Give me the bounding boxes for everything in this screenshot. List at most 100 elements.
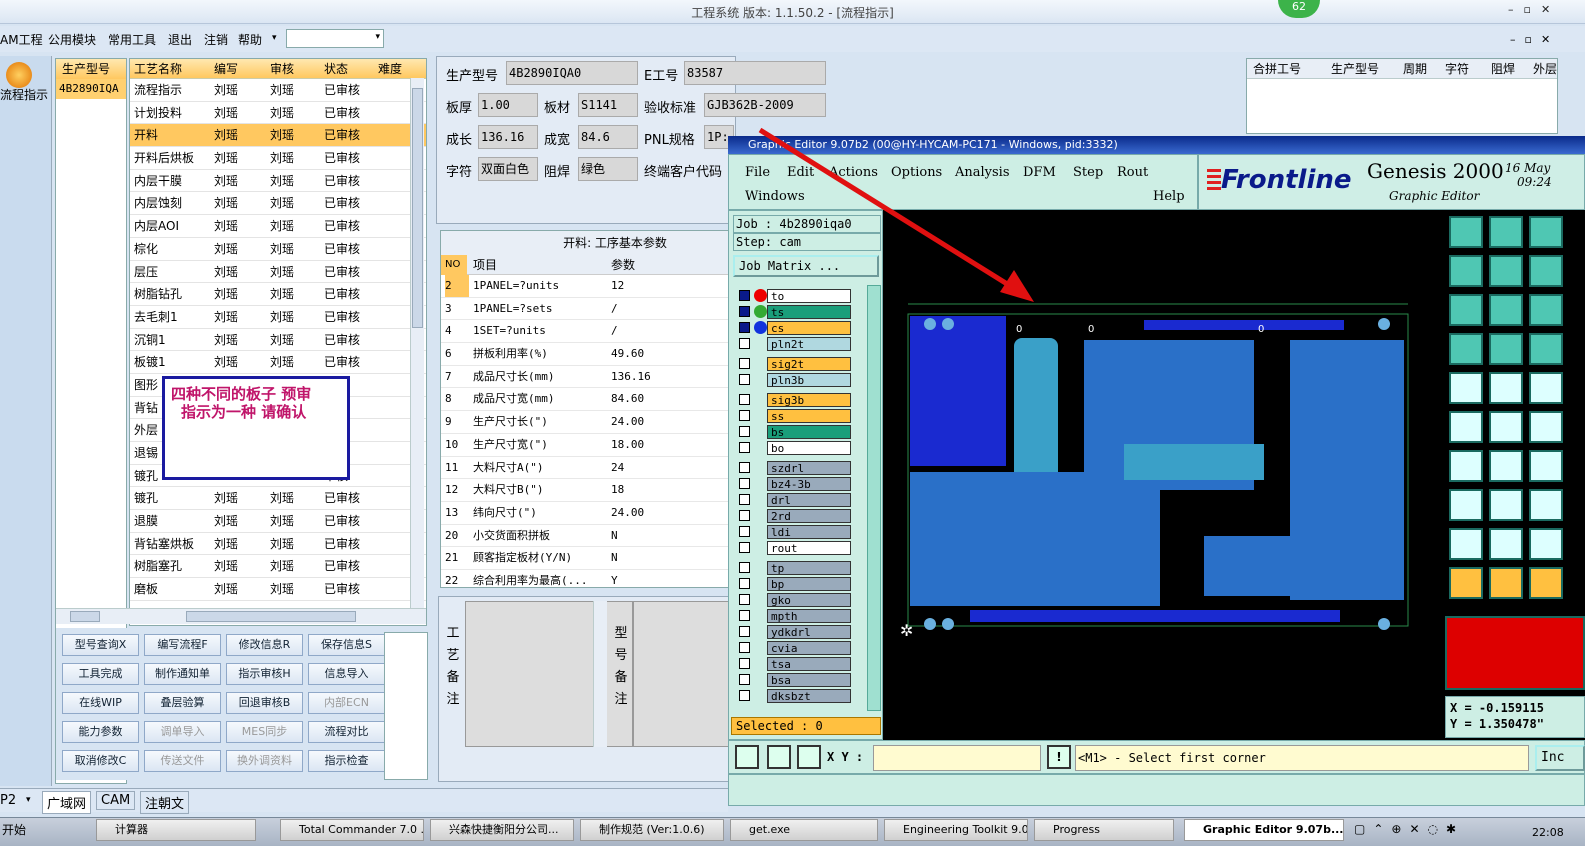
process-table-row[interactable]: 开料 刘瑶 刘瑶 已审核 <box>130 124 426 148</box>
model-notes-field[interactable] <box>633 601 729 747</box>
snap-icon[interactable] <box>1449 333 1483 365</box>
action-button[interactable]: 流程对比 <box>308 721 385 743</box>
layer-checkbox[interactable] <box>739 562 750 573</box>
zoom-icon[interactable] <box>735 745 759 769</box>
action-button[interactable]: 信息导入 <box>308 663 385 685</box>
process-table-row[interactable]: 树脂塞孔 刘瑶 刘瑶 已审核 <box>130 555 426 579</box>
taskbar-item[interactable]: get.exe <box>730 819 878 841</box>
process-col-header[interactable]: 审核 <box>270 59 294 79</box>
taskbar-item[interactable]: Progress <box>1034 819 1174 841</box>
tab-user[interactable]: 注朝文 <box>140 791 190 814</box>
menu-tools[interactable]: 常用工具 <box>108 31 156 48</box>
layer-checkbox[interactable] <box>739 462 750 473</box>
action-button[interactable]: 工具完成 <box>62 663 139 685</box>
ge-menu-help[interactable]: Help <box>1153 189 1185 204</box>
layer-item[interactable]: bs <box>767 425 851 439</box>
params-row[interactable]: 6 拼板利用率(%) 49.60 <box>441 343 729 366</box>
layer-item[interactable]: pln3b <box>767 373 851 387</box>
layer-item[interactable]: cvia <box>767 641 851 655</box>
layer-checkbox[interactable] <box>739 626 750 637</box>
nav-flow-instruction[interactable]: 流程指示 <box>0 86 48 103</box>
params-row[interactable]: 8 成品尺寸宽(mm) 84.60 <box>441 388 729 412</box>
triangle-up-icon[interactable] <box>1489 528 1523 560</box>
field-standard[interactable]: GJB362B-2009 <box>704 93 826 117</box>
layer-checkbox[interactable] <box>739 358 750 369</box>
export-icon[interactable] <box>1489 255 1523 287</box>
layer-checkbox[interactable] <box>739 658 750 669</box>
fit-icon[interactable] <box>1449 294 1483 326</box>
field-width[interactable]: 84.6 <box>578 125 638 149</box>
layer-item[interactable]: cs <box>767 321 851 335</box>
field-eno[interactable]: 83587 <box>684 61 826 85</box>
process-col-header[interactable]: 编写 <box>214 59 238 79</box>
layer-checkbox[interactable] <box>739 374 750 385</box>
process-table-row[interactable]: 内层AOI 刘瑶 刘瑶 已审核 <box>130 215 426 238</box>
notes-scrollbar[interactable] <box>593 601 607 747</box>
pan-icon[interactable] <box>1489 294 1523 326</box>
process-col-header[interactable]: 状态 <box>324 59 348 79</box>
job-matrix-button[interactable]: Job Matrix ... <box>733 255 879 277</box>
triangle-alt-icon[interactable] <box>1529 528 1563 560</box>
tray-icons[interactable]: ▢⌃⊕✕◌✱ <box>1354 822 1464 840</box>
action-button[interactable]: 取消修改C <box>62 750 139 772</box>
shape-icon[interactable] <box>1489 372 1523 404</box>
layer-checkbox[interactable] <box>739 674 750 685</box>
params-row[interactable]: 12 大料尺寸B(") 18 <box>441 479 729 502</box>
field-thickness[interactable]: 1.00 <box>478 93 538 117</box>
pcb-canvas[interactable]: 0 0 0 ✲ <box>884 210 1444 740</box>
layer-item[interactable]: rout <box>767 541 851 555</box>
combined-col-header[interactable]: 周期 <box>1403 59 1427 79</box>
action-button[interactable]: 内部ECN <box>308 692 385 714</box>
ge-command-line[interactable] <box>728 774 1585 806</box>
taskbar-item[interactable]: 兴森快捷衡阳分公司... <box>430 819 574 841</box>
step-icon[interactable] <box>1529 489 1563 521</box>
layer-checkbox[interactable] <box>739 526 750 537</box>
measure-icon[interactable] <box>767 745 791 769</box>
action-button[interactable]: 能力参数 <box>62 721 139 743</box>
layer-item[interactable]: ydkdrl <box>767 625 851 639</box>
layer-item[interactable]: bz4-3b <box>767 477 851 491</box>
pointer-icon[interactable] <box>1449 567 1483 599</box>
mdi-controls[interactable]: –▫✕ <box>1510 33 1559 46</box>
node-icon[interactable] <box>1449 411 1483 443</box>
layer-checkbox[interactable] <box>739 442 750 453</box>
action-button[interactable]: 指示审核H <box>226 663 303 685</box>
layer-item[interactable]: tsa <box>767 657 851 671</box>
action-button[interactable]: 型号查询X <box>62 634 139 656</box>
field-material[interactable]: S1141 <box>578 93 638 117</box>
layer-checkbox[interactable] <box>739 426 750 437</box>
layer-item[interactable]: drl <box>767 493 851 507</box>
action-button[interactable]: 叠层验算 <box>144 692 221 714</box>
layer-item[interactable]: sig2t <box>767 357 851 371</box>
layer-checkbox[interactable] <box>739 410 750 421</box>
angle-icon[interactable] <box>1449 450 1483 482</box>
menu-cam-project[interactable]: AM工程 <box>0 31 43 48</box>
layer-item[interactable]: gko <box>767 593 851 607</box>
menu-logout[interactable]: 注销 <box>204 31 228 48</box>
taskbar-item[interactable]: Engineering Toolkit 9.0... <box>884 819 1028 841</box>
process-table-row[interactable]: 内层蚀刻 刘瑶 刘瑶 已审核 <box>130 192 426 216</box>
action-button[interactable]: 换外调资料 <box>226 750 303 772</box>
layer-checkbox[interactable] <box>739 610 750 621</box>
process-table-row[interactable]: 流程指示 刘瑶 刘瑶 已审核 <box>130 79 426 102</box>
tab-cam[interactable]: CAM <box>96 791 136 810</box>
layer-item[interactable]: pln2t <box>767 337 851 351</box>
start-button[interactable]: 开始 <box>2 821 26 838</box>
overview-map[interactable] <box>1445 616 1585 690</box>
ratio-icon[interactable] <box>1529 294 1563 326</box>
action-button[interactable]: 传送文件 <box>144 750 221 772</box>
menu-combobox[interactable]: ▾ <box>286 29 384 48</box>
cross-icon[interactable] <box>1489 411 1523 443</box>
ge-menu-dfm[interactable]: DFM <box>1023 165 1056 180</box>
process-table-row[interactable]: 板镀1 刘瑶 刘瑶 已审核 <box>130 351 426 374</box>
params-row[interactable]: 4 1SET=?units / <box>441 320 729 344</box>
combined-col-header[interactable]: 阻焊 <box>1491 59 1515 79</box>
layer-item[interactable]: ss <box>767 409 851 423</box>
action-button[interactable]: 在线WIP <box>62 692 139 714</box>
action-button[interactable]: 制作通知单 <box>144 663 221 685</box>
field-character[interactable]: 双面白色 <box>478 157 538 181</box>
layer-item[interactable]: bo <box>767 441 851 455</box>
triangle-icon[interactable] <box>1449 528 1483 560</box>
params-row[interactable]: 20 小交货面积拼板 N <box>441 525 729 548</box>
xy-input[interactable] <box>873 745 1041 771</box>
